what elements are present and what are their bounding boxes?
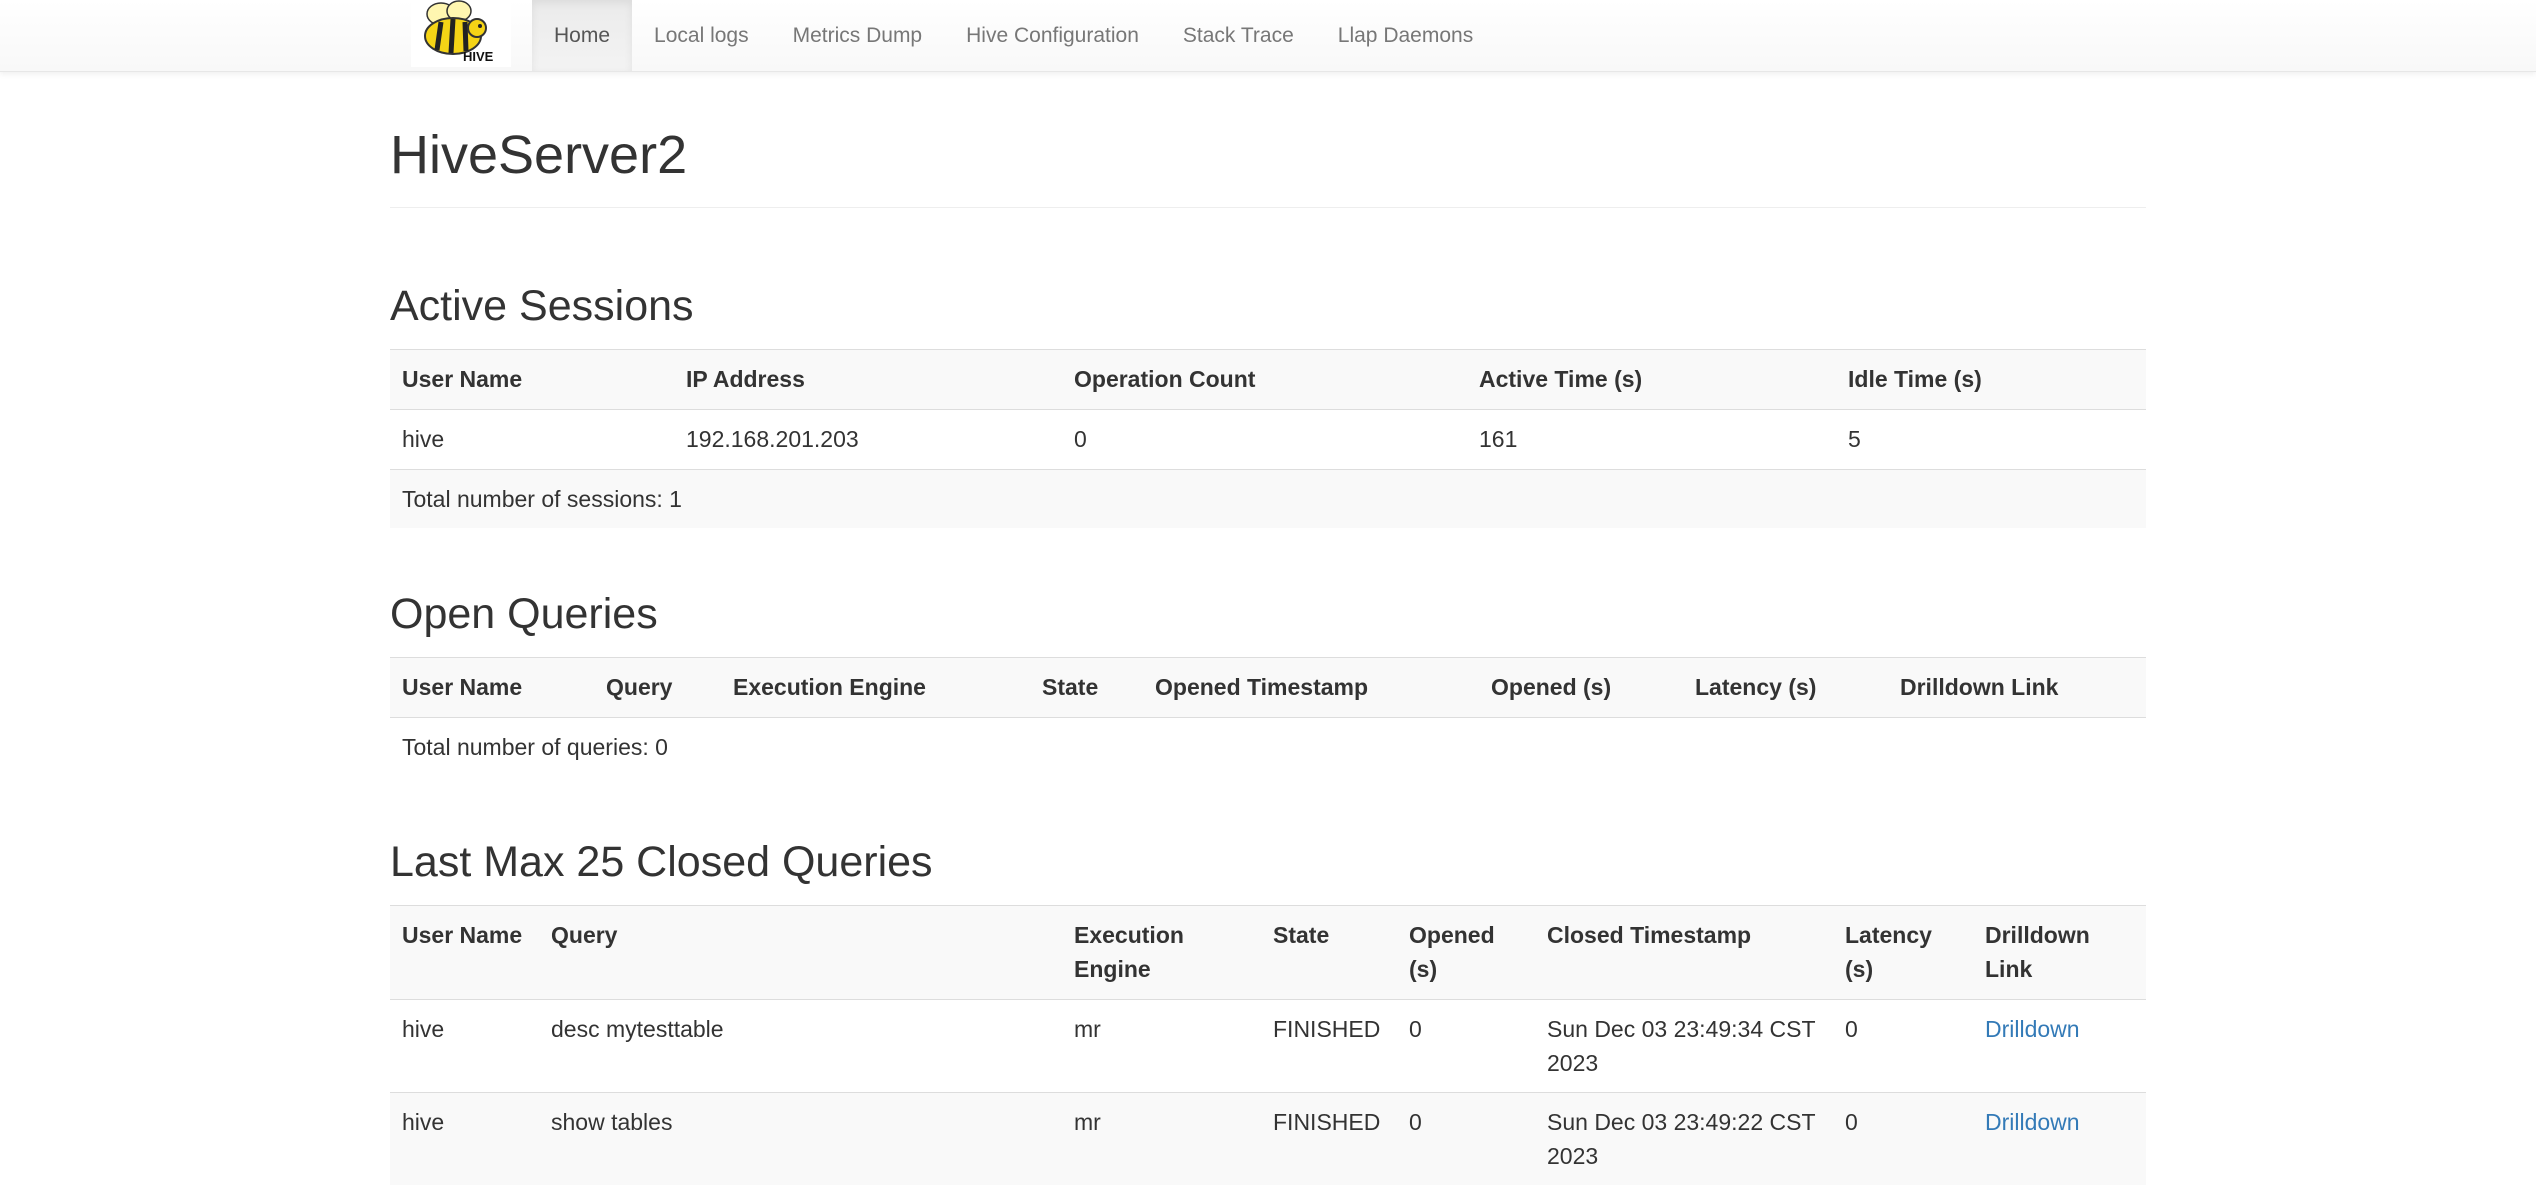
table-row: hive show tables mr FINISHED 0 Sun Dec 0… [390,1092,2146,1186]
top-navbar: HIVE Home Local logs Metrics Dump Hive C… [0,0,2536,72]
open-queries-section: Open Queries User Name Query Execution E… [390,588,2146,776]
cell-drilldown: Drilldown [1973,1093,2146,1186]
table-row: hive 192.168.201.203 0 161 5 [390,409,2146,470]
main-nav: Home Local logs Metrics Dump Hive Config… [532,0,1495,71]
col-user-name: User Name [402,922,523,948]
col-idle-time: Idle Time (s) [1848,366,1982,392]
col-closed-timestamp: Closed Timestamp [1547,922,1752,948]
cell-closed-timestamp: Sun Dec 03 23:49:22 CST 2023 [1547,1109,1816,1169]
col-execution-engine: Execution Engine [733,674,926,700]
cell-execution-engine: mr [1074,1016,1101,1042]
closed-queries-table: User Name Query Execution Engine State O… [390,905,2146,1185]
nav-home[interactable]: Home [532,0,633,71]
table-header-row: User Name Query Execution Engine State O… [390,657,2146,718]
col-opened-s: Opened (s) [1409,922,1495,982]
col-user-name: User Name [402,366,523,392]
cell-drilldown: Drilldown [1973,1000,2146,1093]
cell-state: FINISHED [1273,1109,1381,1135]
nav-metrics-dump[interactable]: Metrics Dump [771,0,945,71]
nav-stack-trace[interactable]: Stack Trace [1161,0,1316,71]
open-queries-title: Open Queries [390,590,658,638]
cell-state: FINISHED [1273,1016,1381,1042]
col-latency: Latency (s) [1845,922,1932,982]
table-footer-row: Total number of sessions: 1 [390,469,2146,528]
cell-idle-time: 5 [1848,426,1861,452]
cell-user-name: hive [402,1016,445,1042]
nav-local-logs[interactable]: Local logs [632,0,771,71]
nav-llap-daemons[interactable]: Llap Daemons [1316,0,1495,71]
col-drilldown-link: Drilldown Link [1985,922,2090,982]
total-queries: Total number of queries: 0 [390,717,2146,776]
total-sessions: Total number of sessions: 1 [390,469,2146,528]
col-execution-engine: Execution Engine [1074,922,1184,982]
active-sessions-title: Active Sessions [390,282,694,330]
cell-active-time: 161 [1479,426,1518,452]
table-header-row: User Name Query Execution Engine State O… [390,905,2146,1000]
cell-latency: 0 [1845,1109,1858,1135]
closed-queries-title: Last Max 25 Closed Queries [390,838,933,886]
hive-bee-logo-icon: HIVE [424,0,494,64]
col-operation-count: Operation Count [1074,366,1256,392]
cell-latency: 0 [1845,1016,1858,1042]
col-drilldown-link: Drilldown Link [1900,674,2059,700]
cell-operation-count: 0 [1074,426,1087,452]
cell-execution-engine: mr [1074,1109,1101,1135]
nav-hive-configuration[interactable]: Hive Configuration [944,0,1161,71]
col-query: Query [551,922,618,948]
cell-user-name: hive [402,426,445,452]
drilldown-link[interactable]: Drilldown [1985,1016,2080,1042]
col-user-name: User Name [402,674,523,700]
col-opened-s: Opened (s) [1491,674,1612,700]
closed-queries-section: Last Max 25 Closed Queries User Name Que… [390,836,2146,1185]
col-ip-address: IP Address [686,366,805,392]
active-sessions-table: User Name IP Address Operation Count Act… [390,349,2146,528]
svg-text:HIVE: HIVE [463,49,494,64]
col-state: State [1042,674,1099,700]
page-header: HiveServer2 [390,125,2146,208]
hive-logo[interactable]: HIVE [411,0,511,67]
active-sessions-section: Active Sessions User Name IP Address Ope… [390,280,2146,528]
col-latency: Latency (s) [1695,674,1817,700]
cell-opened-s: 0 [1409,1109,1422,1135]
table-row: hive desc mytesttable mr FINISHED 0 Sun … [390,999,2146,1093]
cell-query: show tables [551,1109,673,1135]
cell-opened-s: 0 [1409,1016,1422,1042]
table-footer-row: Total number of queries: 0 [390,717,2146,776]
page-title: HiveServer2 [390,125,688,185]
main-content: HiveServer2 Active Sessions User Name IP… [390,71,2146,1185]
cell-query: desc mytesttable [551,1016,724,1042]
cell-user-name: hive [402,1109,445,1135]
cell-closed-timestamp: Sun Dec 03 23:49:34 CST 2023 [1547,1016,1816,1076]
col-active-time: Active Time (s) [1479,366,1643,392]
col-opened-timestamp: Opened Timestamp [1155,674,1369,700]
drilldown-link[interactable]: Drilldown [1985,1109,2080,1135]
table-header-row: User Name IP Address Operation Count Act… [390,349,2146,410]
col-state: State [1273,922,1330,948]
open-queries-table: User Name Query Execution Engine State O… [390,657,2146,776]
cell-ip-address: 192.168.201.203 [686,426,859,452]
col-query: Query [606,674,673,700]
